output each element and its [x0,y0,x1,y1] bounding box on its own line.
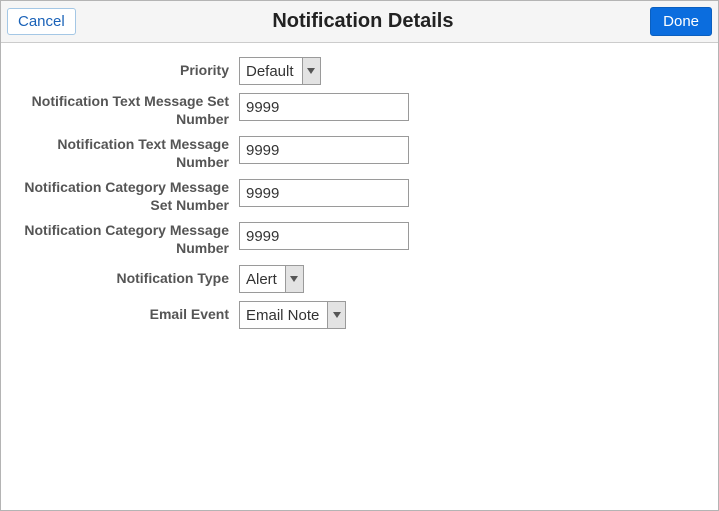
label-text-msg-set-num: Notification Text Message Set Number [11,93,239,128]
label-text-msg-num: Notification Text Message Number [11,136,239,171]
label-notification-type: Notification Type [11,270,239,288]
label-cat-msg-num: Notification Category Message Number [11,222,239,257]
dialog-body: Priority Default Notification Text Messa… [1,43,718,510]
notification-type-select-value: Alert [240,266,285,292]
priority-select[interactable]: Default [239,57,321,85]
row-priority: Priority Default [11,57,708,85]
priority-select-value: Default [240,58,302,84]
notification-type-select[interactable]: Alert [239,265,304,293]
chevron-down-icon [285,266,303,292]
text-msg-set-num-input[interactable] [239,93,409,121]
email-event-select[interactable]: Email Note [239,301,346,329]
chevron-down-icon [327,302,345,328]
row-text-msg-num: Notification Text Message Number [11,136,708,171]
chevron-down-icon [302,58,320,84]
cat-msg-num-input[interactable] [239,222,409,250]
email-event-select-value: Email Note [240,302,327,328]
cancel-button[interactable]: Cancel [7,8,76,35]
row-cat-msg-set-num: Notification Category Message Set Number [11,179,708,214]
label-email-event: Email Event [11,306,239,324]
label-priority: Priority [11,62,239,80]
text-msg-num-input[interactable] [239,136,409,164]
cat-msg-set-num-input[interactable] [239,179,409,207]
row-text-msg-set-num: Notification Text Message Set Number [11,93,708,128]
row-email-event: Email Event Email Note [11,301,708,329]
done-button[interactable]: Done [650,7,712,36]
row-cat-msg-num: Notification Category Message Number [11,222,708,257]
label-cat-msg-set-num: Notification Category Message Set Number [11,179,239,214]
row-notification-type: Notification Type Alert [11,265,708,293]
dialog-header: Cancel Notification Details Done [1,1,718,43]
dialog-title: Notification Details [76,10,650,33]
notification-details-dialog: Cancel Notification Details Done Priorit… [0,0,719,511]
